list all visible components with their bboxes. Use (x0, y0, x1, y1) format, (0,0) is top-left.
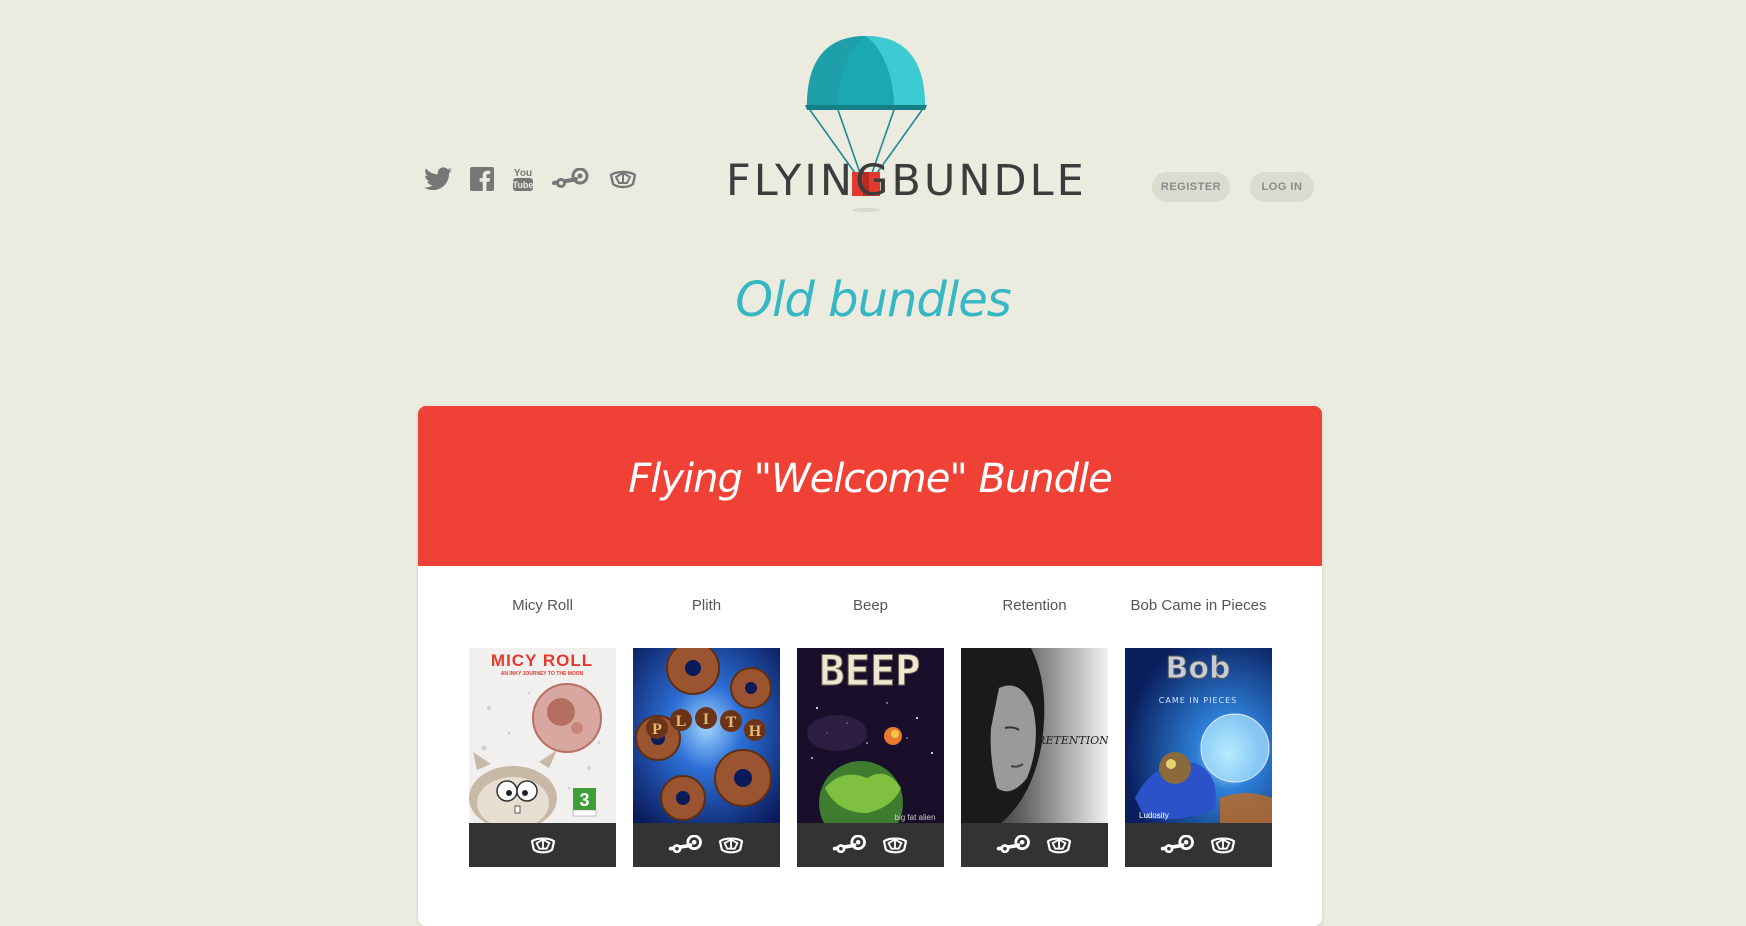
steam-icon[interactable] (552, 168, 590, 190)
logo-wordmark: FLYING BUNDLE (726, 156, 1084, 206)
cover-age-badge: 3 (579, 790, 589, 810)
game-name: Beep (852, 597, 889, 614)
desura-icon[interactable] (880, 834, 910, 856)
game-item: Bob Came in Pieces Bob CAME IN PIECES Lu… (1125, 596, 1272, 867)
social-links: You Tube (424, 166, 656, 192)
desura-icon[interactable] (716, 834, 746, 856)
game-cover[interactable]: Bob CAME IN PIECES Ludosity (1125, 648, 1272, 823)
facebook-icon[interactable] (470, 167, 494, 191)
game-name: Retention (1002, 597, 1067, 614)
game-item: Micy Roll 3 MICY ROLL AN INKY JOURNEY TO… (469, 596, 616, 867)
svg-text:H: H (749, 723, 762, 740)
logo-word-right: BUNDLE (891, 156, 1087, 206)
game-cover[interactable]: 3 MICY ROLL AN INKY JOURNEY TO THE MOON (469, 648, 616, 823)
site-logo[interactable]: FLYING BUNDLE (720, 30, 1084, 220)
desura-icon[interactable] (1208, 834, 1238, 856)
svg-text:Tube: Tube (513, 180, 534, 190)
game-list: Micy Roll 3 MICY ROLL AN INKY JOURNEY TO… (469, 596, 1289, 867)
platform-bar (1125, 823, 1272, 867)
retention-cover-art: RETENTION (961, 648, 1108, 823)
cover-subtitle: big fat alien (895, 813, 936, 822)
game-cover[interactable]: BEEP big fat alien (797, 648, 944, 823)
desura-icon[interactable] (608, 167, 638, 191)
svg-text:L: L (676, 713, 687, 730)
game-item: Retention RETENTION (961, 596, 1108, 867)
desura-icon[interactable] (528, 834, 558, 856)
cover-title: RETENTION (1036, 734, 1108, 747)
twitter-icon[interactable] (424, 167, 452, 191)
game-name: Micy Roll (512, 597, 573, 614)
platform-bar (961, 823, 1108, 867)
platform-bar (797, 823, 944, 867)
platform-bar (633, 823, 780, 867)
steam-icon[interactable] (668, 835, 704, 855)
desura-icon[interactable] (1044, 834, 1074, 856)
cover-title: Bob (1166, 651, 1231, 686)
cover-subtitle: CAME IN PIECES (1159, 696, 1237, 705)
steam-icon[interactable] (1160, 835, 1196, 855)
game-item: Beep BEEP big fat alien (797, 596, 944, 867)
cover-title: MICY ROLL (491, 651, 593, 670)
youtube-icon[interactable]: You Tube (512, 166, 534, 192)
cover-subtitle: AN INKY JOURNEY TO THE MOON (501, 671, 584, 677)
svg-text:T: T (726, 714, 737, 731)
steam-icon[interactable] (996, 835, 1032, 855)
svg-text:P: P (652, 721, 662, 738)
bundle-card: Flying "Welcome" Bundle Micy Roll 3 MICY… (418, 406, 1322, 926)
game-item: Plith P L I T H (633, 596, 780, 867)
page-title: Old bundles (735, 272, 1012, 328)
logo-word-left: FLYING (726, 156, 892, 206)
register-button[interactable]: REGISTER (1152, 172, 1230, 202)
cover-title: BEEP (819, 648, 920, 695)
cover-publisher: Ludosity (1139, 811, 1169, 820)
plith-cover-art: P L I TH (633, 648, 780, 823)
game-cover[interactable]: PLITH (633, 648, 780, 823)
svg-text:You: You (514, 168, 532, 179)
platform-bar (469, 823, 616, 867)
login-button[interactable]: LOG IN (1250, 172, 1314, 202)
bundle-title: Flying "Welcome" Bundle (628, 456, 1112, 502)
micy-roll-cover-art: 3 MICY ROLL AN INKY JOURNEY TO THE MOON (469, 648, 616, 823)
game-name: Plith (691, 597, 722, 614)
bundle-header: Flying "Welcome" Bundle (418, 406, 1322, 566)
beep-cover-art: BEEP big fat alien (797, 648, 944, 823)
game-name: Bob Came in Pieces (1130, 597, 1267, 614)
bob-came-in-pieces-cover-art: Bob CAME IN PIECES Ludosity (1125, 648, 1272, 823)
game-cover[interactable]: RETENTION (961, 648, 1108, 823)
steam-icon[interactable] (832, 835, 868, 855)
svg-text:I: I (703, 711, 709, 728)
